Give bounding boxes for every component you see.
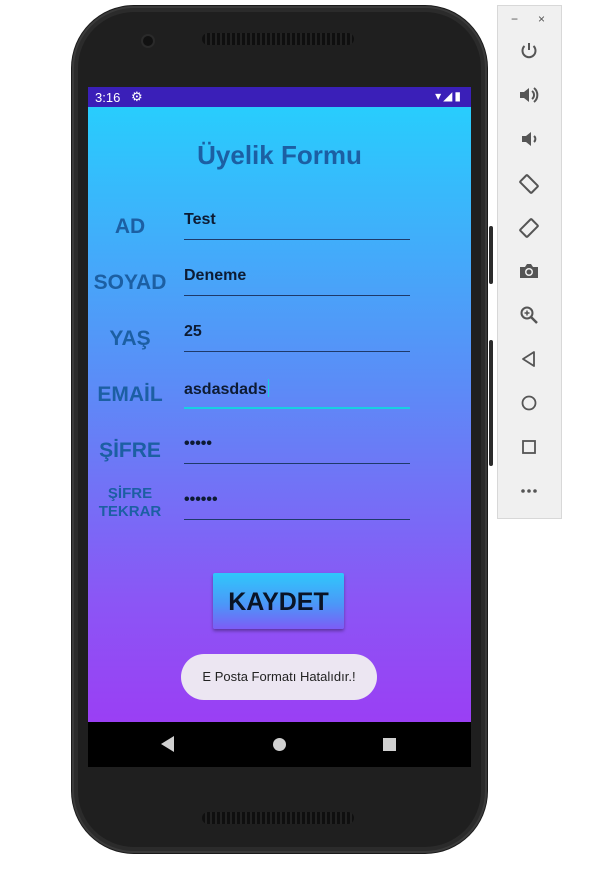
age-value: 25 — [184, 323, 202, 340]
navigation-bar — [88, 722, 471, 767]
gear-icon: ⚙ — [131, 89, 143, 104]
email-row: EMAİL asdasdads — [88, 373, 471, 413]
password-confirm-label: ŞİFRE TEKRAR — [98, 485, 162, 520]
email-input[interactable]: asdasdads — [184, 373, 410, 409]
age-input[interactable]: 25 — [184, 317, 410, 352]
name-value: Test — [184, 211, 216, 228]
surname-row: SOYAD Deneme — [88, 261, 471, 301]
age-row: YAŞ 25 — [88, 317, 471, 357]
password-confirm-row: ŞİFRE TEKRAR •••••• — [88, 485, 471, 525]
password-confirm-value: •••••• — [184, 491, 218, 508]
camera-icon[interactable] — [517, 261, 541, 285]
bottom-speaker — [202, 812, 354, 824]
email-label: EMAİL — [97, 383, 163, 406]
name-label: AD — [114, 215, 146, 238]
page-title: Üyelik Formu — [197, 140, 362, 170]
text-cursor — [267, 379, 269, 397]
rotate-right-icon[interactable] — [517, 217, 541, 241]
zoom-icon[interactable] — [517, 305, 541, 329]
device-screen: 3:16 ⚙ ▾◢▮ Üyelik Formu AD Test SOYAD De… — [88, 87, 471, 767]
close-button[interactable]: × — [538, 12, 545, 26]
status-icons: ▾◢▮ — [435, 89, 463, 103]
membership-form: Üyelik Formu AD Test SOYAD Deneme YAŞ 25… — [88, 107, 471, 722]
power-icon[interactable] — [517, 41, 541, 65]
top-speaker — [202, 33, 354, 45]
surname-label: SOYAD — [93, 271, 167, 294]
password-confirm-input[interactable]: •••••• — [184, 485, 410, 520]
email-value: asdasdads — [184, 379, 269, 398]
back-icon[interactable] — [161, 736, 174, 752]
home-icon[interactable] — [273, 738, 286, 751]
save-button[interactable]: KAYDET — [213, 573, 344, 629]
toast-message: E Posta Formatı Hatalıdır.! — [181, 654, 377, 700]
password-row: ŞİFRE ••••• — [88, 429, 471, 469]
overview-icon[interactable] — [517, 437, 541, 461]
overview-icon[interactable] — [383, 738, 396, 751]
back-icon[interactable] — [517, 349, 541, 373]
volume-down-icon[interactable] — [517, 129, 541, 153]
age-label: YAŞ — [109, 327, 151, 350]
more-icon[interactable] — [517, 481, 541, 505]
emulator-toolbar: − × — [497, 5, 562, 519]
name-input[interactable]: Test — [184, 205, 410, 240]
password-value: ••••• — [184, 435, 213, 452]
front-camera — [143, 36, 153, 46]
minimize-button[interactable]: − — [511, 12, 518, 26]
side-button — [489, 340, 493, 466]
volume-up-icon[interactable] — [517, 85, 541, 109]
name-row: AD Test — [88, 205, 471, 245]
rotate-left-icon[interactable] — [517, 173, 541, 197]
status-time: 3:16 — [95, 90, 121, 105]
status-bar: 3:16 ⚙ ▾◢▮ — [88, 87, 471, 107]
home-icon[interactable] — [517, 393, 541, 417]
surname-input[interactable]: Deneme — [184, 261, 410, 296]
surname-value: Deneme — [184, 267, 247, 284]
password-label: ŞİFRE — [99, 439, 161, 462]
volume-rocker — [489, 226, 493, 284]
password-input[interactable]: ••••• — [184, 429, 410, 464]
